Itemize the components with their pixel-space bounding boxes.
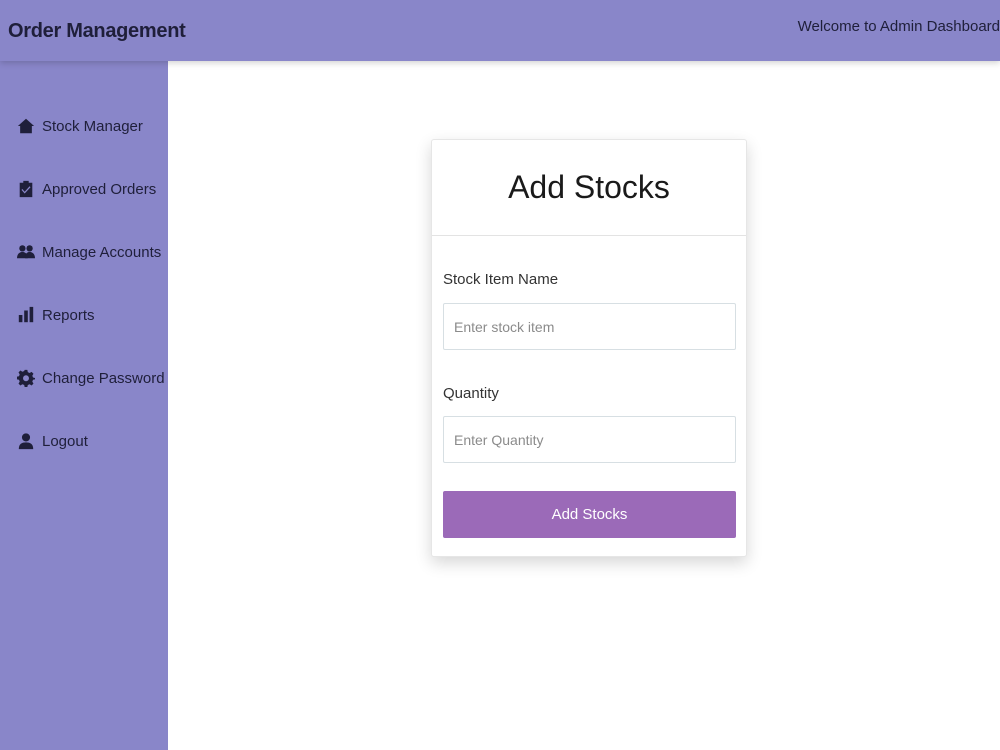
bar-chart-icon	[16, 304, 36, 326]
sidebar-item-label: Change Password	[42, 369, 165, 387]
add-stocks-button[interactable]: Add Stocks	[443, 491, 736, 538]
users-icon	[16, 241, 36, 263]
sidebar-item-label: Approved Orders	[42, 180, 157, 198]
stock-item-name-input[interactable]	[443, 303, 736, 350]
quantity-input[interactable]	[443, 416, 736, 463]
sidebar-item-approved-orders[interactable]: Approved Orders	[16, 174, 156, 204]
sidebar-item-change-password[interactable]: Change Password	[16, 363, 165, 393]
sidebar-item-label: Reports	[42, 306, 95, 324]
welcome-message: Welcome to Admin Dashboard	[797, 18, 1000, 35]
add-stocks-card: Add Stocks Stock Item Name Quantity Add …	[431, 139, 747, 557]
stock-item-name-label: Stock Item Name	[443, 271, 559, 288]
clipboard-check-icon	[16, 178, 36, 200]
sidebar-item-stock-manager[interactable]: Stock Manager	[16, 111, 143, 141]
user-icon	[16, 430, 36, 452]
sidebar-item-manage-accounts[interactable]: Manage Accounts	[16, 237, 161, 267]
sidebar: Stock Manager Approved Orders Manage Acc…	[0, 61, 168, 750]
app-title: Order Management	[8, 20, 186, 42]
sidebar-item-label: Manage Accounts	[42, 243, 162, 261]
sidebar-item-logout[interactable]: Logout	[16, 426, 88, 456]
page-title: Add Stocks	[508, 169, 670, 205]
sidebar-item-reports[interactable]: Reports	[16, 300, 95, 330]
sidebar-item-label: Stock Manager	[42, 117, 143, 135]
home-icon	[16, 115, 36, 137]
quantity-label: Quantity	[443, 385, 499, 402]
gear-icon	[16, 367, 36, 389]
card-header: Add Stocks	[432, 140, 746, 236]
top-bar: Order Management Welcome to Admin Dashbo…	[0, 0, 1000, 61]
sidebar-item-label: Logout	[42, 432, 88, 450]
